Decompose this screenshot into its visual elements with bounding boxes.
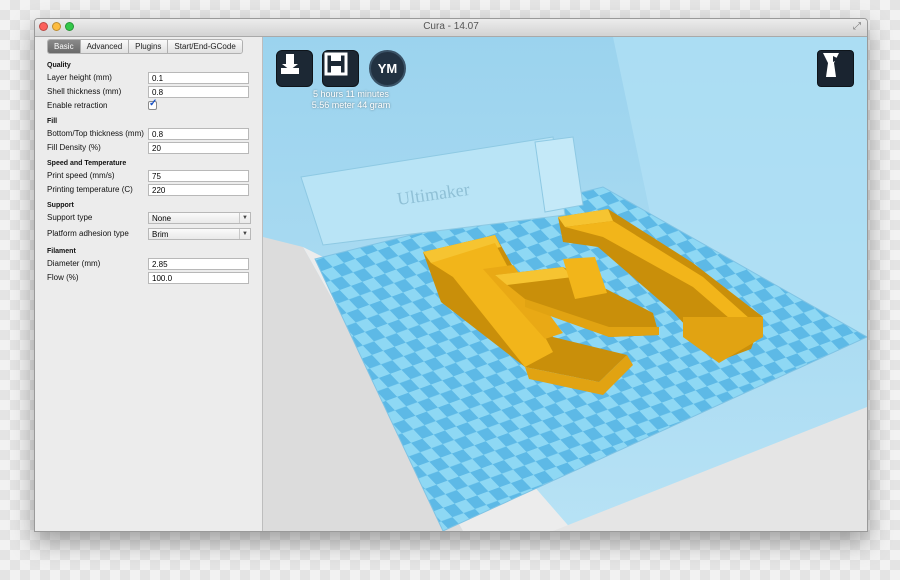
3d-viewport[interactable]: Ultimaker YM 5 hours 11 minutes 5.56 met… [263,37,867,531]
printing-temperature-input[interactable] [148,184,249,196]
cura-window: Cura - 14.07 ⤢ Basic Advanced Plugins St… [34,18,868,532]
enable-retraction-checkbox[interactable]: ✓ [148,98,158,110]
setting-row-layer-height: Layer height (mm) [35,71,262,85]
fullscreen-icon[interactable]: ⤢ [853,21,861,32]
window-title: Cura - 14.07 [423,21,479,32]
platform-adhesion-label: Platform adhesion type [47,229,129,238]
load-model-icon [281,54,299,74]
tab-basic[interactable]: Basic [48,40,80,53]
save-icon [324,52,348,76]
save-toolpath-button[interactable] [322,50,359,87]
setting-row-platform-adhesion: Platform adhesion type Brim ▼ [35,227,262,243]
platform-adhesion-value: Brim [152,230,169,239]
print-estimate: 5 hours 11 minutes 5.56 meter 44 gram [296,89,406,111]
scene[interactable]: Ultimaker [263,37,867,531]
bottom-top-thickness-label: Bottom/Top thickness (mm) [47,129,144,138]
view-mode-button[interactable] [817,50,854,87]
settings-tabs: Basic Advanced Plugins Start/End-GCode [47,39,243,54]
platform-adhesion-select[interactable]: Brim ▼ [148,228,251,240]
setting-row-shell-thickness: Shell thickness (mm) [35,85,262,99]
setting-row-diameter: Diameter (mm) [35,257,262,271]
load-model-button[interactable] [276,50,313,87]
setting-row-printing-temperature: Printing temperature (C) [35,183,262,197]
layer-height-input[interactable] [148,72,249,84]
tab-advanced[interactable]: Advanced [79,40,129,53]
support-type-select[interactable]: None ▼ [148,212,251,224]
tab-start-end-gcode[interactable]: Start/End-GCode [167,40,242,53]
setting-row-enable-retraction: Enable retraction ✓ [35,98,262,113]
support-type-value: None [152,214,172,223]
flow-label: Flow (%) [47,273,79,282]
setting-row-fill-density: Fill Density (%) [35,141,262,155]
fill-density-input[interactable] [148,142,249,154]
support-type-label: Support type [47,213,93,222]
diameter-input[interactable] [148,258,249,270]
shell-thickness-label: Shell thickness (mm) [47,87,122,96]
print-speed-input[interactable] [148,170,249,182]
layer-height-label: Layer height (mm) [47,73,112,82]
section-title-support: Support [47,202,74,209]
setting-row-support-type: Support type None ▼ [35,211,262,227]
section-title-speed-temperature: Speed and Temperature [47,160,127,167]
setting-row-bottom-top-thickness: Bottom/Top thickness (mm) [35,127,262,141]
title-bar: Cura - 14.07 ⤢ [35,19,867,37]
youmagine-button[interactable]: YM [369,50,406,87]
settings-sidebar: Basic Advanced Plugins Start/End-GCode Q… [35,37,263,531]
enable-retraction-label: Enable retraction [47,101,108,110]
fill-density-label: Fill Density (%) [47,143,101,152]
setting-row-print-speed: Print speed (mm/s) [35,169,262,183]
print-speed-label: Print speed (mm/s) [47,171,115,180]
settings-panel: Quality Layer height (mm) Shell thicknes… [35,57,262,285]
view-mode-icon [823,53,839,77]
checkmark-icon: ✓ [149,98,158,109]
tab-plugins[interactable]: Plugins [128,40,168,53]
setting-row-flow: Flow (%) [35,271,262,285]
flow-input[interactable] [148,272,249,284]
section-title-filament: Filament [47,248,76,255]
dropdown-arrow-icon: ▼ [239,213,250,223]
diameter-label: Diameter (mm) [47,259,101,268]
shell-thickness-input[interactable] [148,86,249,98]
section-title-fill: Fill [47,118,58,125]
bottom-top-thickness-input[interactable] [148,128,249,140]
dropdown-arrow-icon: ▼ [239,229,250,239]
printing-temperature-label: Printing temperature (C) [47,185,133,194]
section-title-quality: Quality [47,62,71,69]
material-usage-text: 5.56 meter 44 gram [311,100,391,110]
print-time-text: 5 hours 11 minutes [313,89,389,99]
